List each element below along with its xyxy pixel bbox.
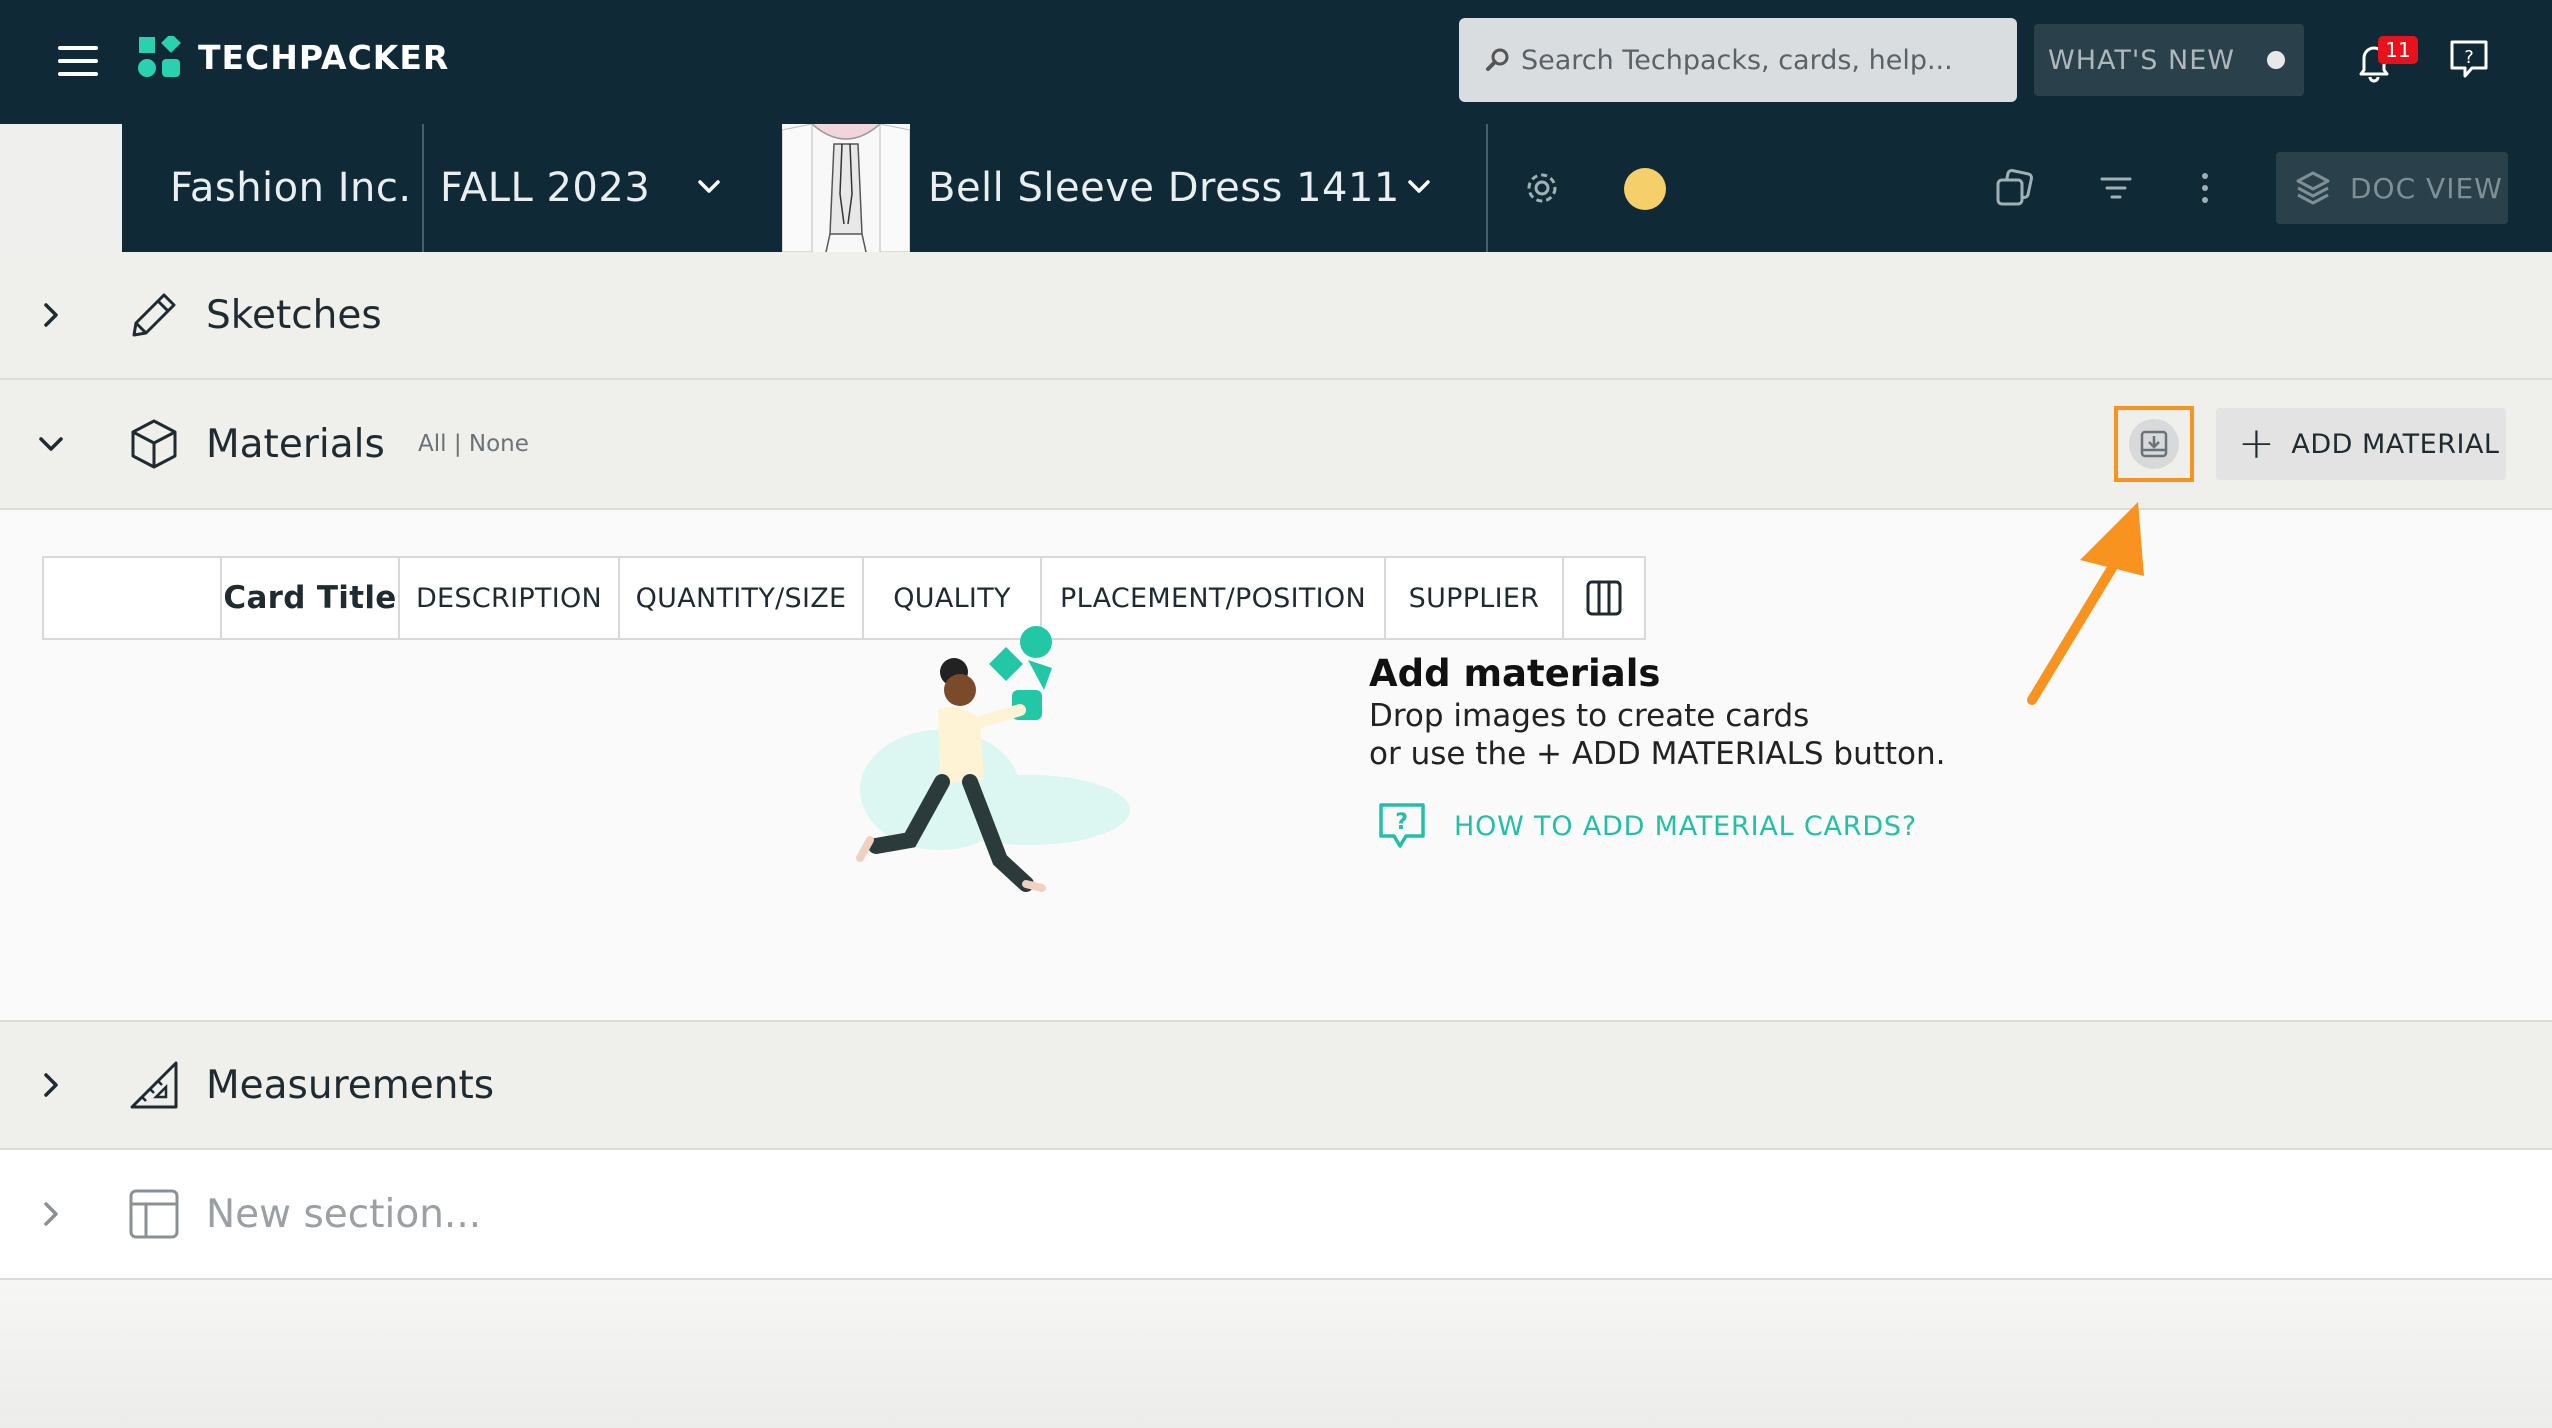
help-link-text: HOW TO ADD MATERIAL CARDS?	[1454, 810, 1917, 842]
techpack-header: Fashion Inc. FALL 2023 Bell Sleeve Dress…	[122, 124, 2552, 252]
empty-state-illustration	[856, 626, 1130, 892]
section-title: Materials	[206, 421, 385, 467]
doc-view-button[interactable]: DOC VIEW	[2276, 152, 2508, 224]
doc-view-label: DOC VIEW	[2350, 171, 2503, 205]
chevron-right-icon[interactable]	[36, 300, 66, 330]
status-indicator[interactable]	[1624, 168, 1666, 210]
section-title: Sketches	[206, 292, 382, 338]
empty-state-text: Drop images to create cards	[1369, 698, 1810, 734]
select-all-none: All | None	[418, 431, 529, 457]
search-input[interactable]	[1521, 44, 2001, 76]
breadcrumb-season[interactable]: FALL 2023	[440, 124, 650, 252]
new-section-input[interactable]: New section...	[206, 1192, 481, 1237]
import-materials-button[interactable]	[2114, 406, 2194, 482]
add-material-button[interactable]: + ADD MATERIAL	[2216, 408, 2506, 480]
dress-sketch-icon	[782, 124, 910, 252]
column-header-select	[44, 558, 222, 638]
subheader-left-gap	[0, 124, 122, 252]
logo-text[interactable]: TECHPACKER	[198, 38, 449, 77]
filter-icon[interactable]	[2098, 170, 2134, 206]
select-all-link[interactable]: All	[418, 431, 447, 457]
help-chat-icon[interactable]: ?	[2448, 38, 2490, 80]
whats-new-button[interactable]: WHAT'S NEW	[2034, 24, 2304, 96]
search-icon	[1486, 48, 1509, 71]
svg-text:?: ?	[2464, 47, 2474, 68]
copy-icon[interactable]	[1994, 168, 2034, 208]
empty-state-text: or use the + ADD MATERIALS button.	[1369, 736, 1946, 772]
season-chevron-down-icon[interactable]	[694, 172, 724, 202]
column-header-card-title[interactable]: Card Title	[222, 558, 400, 638]
empty-state-title: Add materials	[1369, 652, 1661, 695]
chevron-right-icon[interactable]	[36, 1070, 66, 1100]
help-chat-icon: ?	[1379, 803, 1425, 848]
column-header-quantity[interactable]: QUANTITY/SIZE	[620, 558, 864, 638]
page-footer-space	[0, 1280, 2552, 1428]
layers-icon	[2296, 171, 2330, 205]
plus-icon: +	[2238, 418, 2276, 469]
section-sketches[interactable]: Sketches	[0, 252, 2552, 380]
help-add-material-link[interactable]: ? HOW TO ADD MATERIAL CARDS?	[1376, 800, 1917, 852]
layout-template-icon	[129, 1189, 179, 1239]
box-icon	[131, 419, 177, 469]
chevron-right-icon[interactable]	[36, 1199, 66, 1229]
column-header-supplier[interactable]: SUPPLIER	[1386, 558, 1564, 638]
breadcrumb-divider	[1486, 124, 1488, 252]
whats-new-dot-icon	[2266, 51, 2285, 69]
product-thumbnail[interactable]	[782, 124, 910, 252]
download-tray-icon	[2140, 430, 2168, 458]
notification-count-badge: 11	[2378, 36, 2418, 64]
more-vertical-icon[interactable]	[2198, 168, 2212, 208]
product-chevron-down-icon[interactable]	[1404, 172, 1434, 202]
svg-text:?: ?	[1395, 810, 1409, 835]
techpacker-logo-icon	[138, 36, 181, 77]
section-measurements[interactable]: Measurements	[0, 1022, 2552, 1150]
breadcrumb-divider	[422, 124, 424, 252]
chevron-down-icon[interactable]	[36, 429, 66, 459]
add-material-label: ADD MATERIAL	[2291, 428, 2500, 460]
search-box[interactable]	[1459, 18, 2017, 102]
whats-new-label: WHAT'S NEW	[2048, 44, 2235, 76]
columns-toggle-button[interactable]	[1564, 558, 1644, 638]
section-new[interactable]: New section...	[0, 1150, 2552, 1280]
columns-icon	[1586, 580, 1622, 616]
menu-icon[interactable]	[58, 46, 98, 76]
top-bar: TECHPACKER WHAT'S NEW 11 ?	[0, 0, 2552, 124]
callout-arrow-icon	[2027, 502, 2144, 705]
ruler-triangle-icon	[130, 1061, 178, 1109]
select-none-link[interactable]: None	[469, 431, 529, 457]
settings-gear-icon[interactable]	[1522, 168, 1562, 208]
filter-separator: |	[446, 431, 469, 457]
breadcrumb-company[interactable]: Fashion Inc.	[170, 124, 412, 252]
pencil-icon	[132, 293, 176, 337]
column-header-description[interactable]: DESCRIPTION	[400, 558, 620, 638]
section-title: Measurements	[206, 1062, 495, 1108]
breadcrumb-product[interactable]: Bell Sleeve Dress 1411	[928, 124, 1400, 252]
